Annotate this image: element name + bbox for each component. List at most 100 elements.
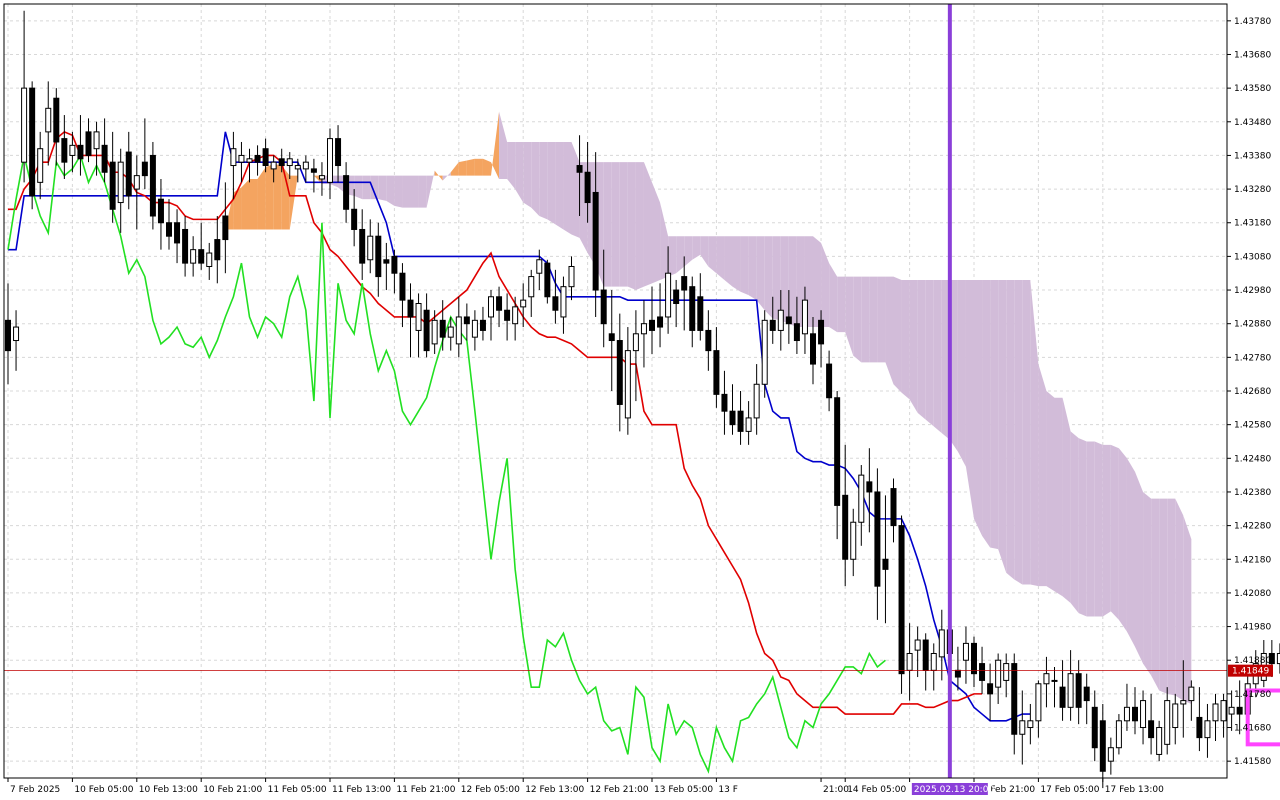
candle-body: [230, 148, 237, 167]
candle-body: [270, 161, 277, 170]
cloud-segment: [837, 276, 846, 333]
candle-body: [37, 148, 44, 183]
candle-body: [471, 319, 478, 338]
cloud-segment: [845, 276, 854, 356]
time-tick-label: 10 Feb 13:00: [139, 785, 198, 795]
cloud-segment: [386, 175, 395, 206]
candle-body: [616, 340, 623, 405]
candle-body: [1236, 706, 1243, 715]
candle-body: [1035, 683, 1042, 722]
cloud-segment: [1110, 444, 1119, 620]
candle-body: [375, 235, 382, 278]
candle-body: [729, 410, 736, 426]
candle-body: [713, 350, 720, 395]
cloud-segment: [635, 162, 644, 291]
candle-body: [246, 158, 253, 163]
candle-body: [1059, 686, 1066, 708]
candle-body: [198, 249, 205, 264]
candle-body: [697, 296, 704, 331]
cloud-segment: [861, 276, 870, 363]
cloud-segment: [708, 236, 717, 274]
time-tick-label: 7 Feb 2025: [10, 785, 60, 795]
candle-body: [544, 262, 551, 298]
cloud-segment: [1183, 515, 1192, 704]
candle-body: [777, 309, 784, 331]
cloud-segment: [813, 236, 822, 328]
candle-body: [238, 154, 245, 163]
candle-body: [488, 296, 494, 318]
cloud-segment: [1078, 438, 1087, 617]
price-tick-label: 1.42080: [1234, 589, 1271, 599]
candle-body: [182, 228, 189, 264]
cloud-segment: [676, 236, 685, 274]
candle-body: [753, 383, 760, 419]
cloud-segment: [257, 167, 266, 230]
candle-body: [761, 319, 768, 385]
cloud-segment: [539, 141, 548, 220]
candle-body: [214, 239, 221, 261]
candle-body: [584, 171, 591, 204]
price-tick-label: 1.41980: [1234, 623, 1271, 633]
candle-body: [294, 165, 301, 170]
price-tick-label: 1.41580: [1234, 757, 1271, 767]
candle-body: [552, 296, 559, 311]
candle-body: [222, 215, 229, 241]
price-chart[interactable]: 1.43780 1.43680 1.43580 1.43480 1.43380 1.432…: [0, 0, 1280, 800]
candle-body: [882, 558, 889, 570]
cloud-segment: [1062, 397, 1071, 604]
candle-body: [1051, 679, 1058, 682]
time-tick-label: 14 Feb 05:00: [847, 785, 906, 795]
cloud-segment: [917, 279, 926, 420]
cloud-segment: [957, 279, 966, 467]
candle-body: [962, 642, 969, 661]
candle-body: [1204, 720, 1211, 739]
cloud-segment: [668, 236, 677, 277]
candle-body: [850, 521, 857, 560]
candle-body: [1196, 716, 1203, 739]
candle-body: [93, 131, 100, 150]
time-tick-label: 11 Feb 05:00: [268, 785, 327, 795]
candle-body: [979, 663, 986, 681]
cloud-segment: [925, 279, 934, 427]
candle-body: [568, 265, 575, 288]
time-tick-label: 12 Feb 05:00: [461, 785, 520, 795]
candle-body: [1019, 720, 1026, 735]
cloud-segment: [740, 236, 749, 296]
candle-body: [157, 198, 164, 224]
candle-body: [1067, 673, 1074, 708]
candle-body: [1172, 703, 1179, 729]
candle-body: [938, 629, 945, 658]
candle-body: [592, 191, 599, 291]
candle-body: [987, 683, 994, 695]
cloud-segment: [474, 158, 483, 176]
candle-body: [657, 316, 664, 328]
candle-body: [1011, 663, 1018, 735]
price-tick-label: 1.42480: [1234, 454, 1271, 464]
candle-body: [705, 329, 712, 352]
time-tick-label: 10 Feb 21:00: [203, 785, 262, 795]
cloud-segment: [619, 162, 628, 287]
price-tick-label: 1.43580: [1234, 84, 1271, 94]
candle-body: [318, 175, 325, 180]
time-axis[interactable]: 7 Feb 2025 10 Feb 05:00 10 Feb 13:00 10 Feb…: [7, 778, 1164, 795]
candle-body: [439, 319, 446, 338]
time-tick-label: 10 Feb 05:00: [74, 785, 133, 795]
candle-body: [649, 319, 655, 331]
candle-body: [174, 222, 181, 244]
cloud-segment: [933, 279, 942, 434]
cloud-segment: [531, 141, 540, 217]
cloud-segment: [1006, 279, 1015, 580]
candle-body: [1099, 720, 1106, 772]
cloud-segment: [756, 236, 765, 311]
cloud-segment: [466, 158, 475, 176]
cloud-segment: [273, 163, 282, 230]
cloud-segment: [507, 141, 516, 190]
cloud-segment: [1159, 498, 1168, 694]
candle-body: [206, 252, 213, 267]
cloud-segment: [764, 236, 773, 319]
candle-body: [447, 326, 454, 338]
candle-body: [1132, 706, 1138, 722]
candle-body: [995, 659, 1002, 688]
candle-body: [1220, 700, 1227, 722]
cloud-segment: [869, 276, 878, 363]
